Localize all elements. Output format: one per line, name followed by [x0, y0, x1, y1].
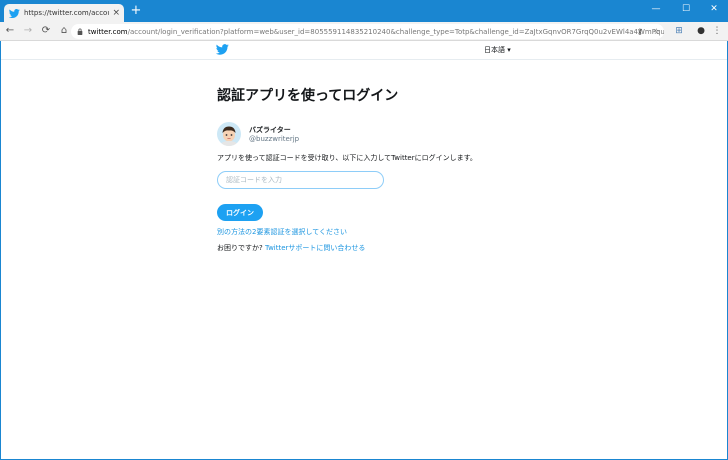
menu-icon[interactable]: ⋮	[710, 23, 724, 40]
minimize-icon[interactable]: —	[642, 0, 670, 22]
site-header: 日本語 ▾	[1, 41, 727, 60]
forward-icon[interactable]: →	[20, 23, 36, 39]
tab-title: https://twitter.com/account/login_verifi…	[24, 9, 109, 17]
maximize-icon[interactable]: ☐	[672, 0, 700, 22]
tab-close-icon[interactable]: ×	[112, 8, 120, 18]
url-host: twitter.com	[88, 27, 128, 36]
avatar	[217, 122, 241, 146]
avatar-image	[217, 122, 241, 146]
close-window-icon[interactable]: ✕	[700, 0, 728, 22]
home-icon[interactable]: ⌂	[56, 23, 72, 39]
verification-code-input[interactable]	[217, 171, 384, 189]
reload-icon[interactable]: ⟳	[38, 23, 54, 39]
user-display-name: バズライター	[249, 126, 291, 134]
browser-toolbar: ← → ⟳ ⌂ twitter.com/account/login_verifi…	[0, 22, 728, 41]
alternate-2fa-method-link[interactable]: 別の方法の2要素認証を選択してください	[217, 227, 347, 237]
lock-icon	[77, 28, 83, 35]
page-title: 認証アプリを使ってログイン	[217, 88, 399, 104]
back-icon[interactable]: ←	[2, 23, 18, 39]
star-icon[interactable]: ☆	[653, 24, 660, 39]
twitter-logo-icon[interactable]	[216, 44, 229, 55]
user-handle: @buzzwriterjp	[249, 135, 300, 143]
extension-icon[interactable]: ⊞	[672, 23, 686, 40]
page-content: 日本語 ▾ 認証アプリを使ってログイン バズライター @buzzwriterjp…	[0, 41, 728, 460]
help-text: お困りですか? Twitterサポートに問い合わせる	[217, 243, 365, 253]
login-button[interactable]: ログイン	[217, 204, 263, 221]
twitter-bird-icon	[9, 8, 20, 18]
instruction-text: アプリを使って認証コードを受け取り、以下に入力してTwitterにログインします…	[217, 154, 477, 162]
url-path: /account/login_verification?platform=web…	[127, 27, 664, 36]
support-contact-link[interactable]: Twitterサポートに問い合わせる	[265, 244, 365, 252]
profile-icon[interactable]: ●	[694, 23, 708, 40]
browser-title-bar: https://twitter.com/account/login_verifi…	[0, 0, 728, 22]
url-text: twitter.com/account/login_verification?p…	[88, 28, 664, 36]
browser-tab[interactable]: https://twitter.com/account/login_verifi…	[4, 4, 124, 22]
key-icon[interactable]: ⚷	[637, 24, 643, 39]
help-prefix: お困りですか?	[217, 244, 265, 252]
address-bar[interactable]: twitter.com/account/login_verification?p…	[71, 24, 664, 39]
language-selector[interactable]: 日本語 ▾	[484, 45, 511, 55]
new-tab-button[interactable]: +	[129, 4, 143, 18]
